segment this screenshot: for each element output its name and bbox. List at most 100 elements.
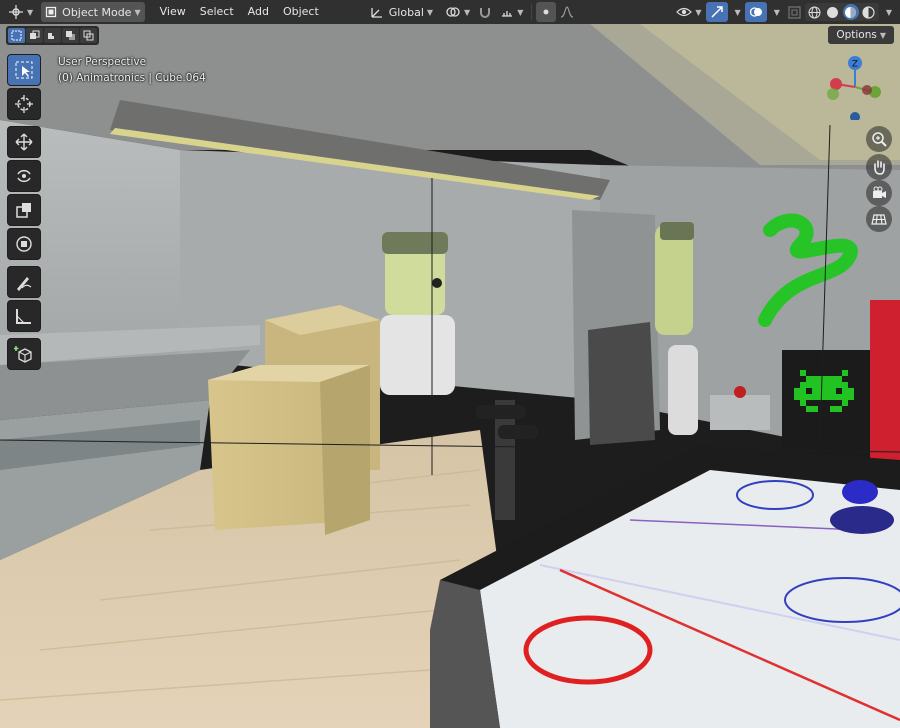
pivot-dropdown[interactable]: ▼ (441, 2, 474, 22)
chevron-down-icon: ▼ (695, 7, 702, 17)
tool-select-box[interactable] (7, 54, 41, 86)
zoom-icon (872, 132, 887, 147)
zoom-button[interactable] (866, 126, 892, 152)
tool-shelf (7, 54, 41, 372)
chevron-down-icon: ▼ (464, 7, 471, 17)
tool-measure[interactable] (7, 300, 41, 332)
snap-toggle[interactable] (474, 2, 496, 22)
wireframe-shading-button[interactable] (807, 4, 823, 20)
visibility-dropdown[interactable]: ▼ (672, 2, 705, 22)
select-subtract-button[interactable] (44, 28, 61, 43)
rendered-sphere-icon (862, 5, 875, 19)
chevron-down-icon: ▼ (734, 7, 741, 17)
viewport-header: ▼ Object Mode ▼ View Select Add Object G… (0, 0, 900, 24)
editor-type-button[interactable]: ▼ (4, 2, 37, 22)
tool-cursor[interactable] (7, 88, 41, 120)
proportional-edit-toggle[interactable] (536, 2, 557, 22)
camera-icon (873, 186, 886, 198)
eye-icon (676, 7, 693, 17)
solid-sphere-icon (827, 6, 839, 18)
options-dropdown[interactable]: Options ▼ (828, 26, 894, 44)
viewport-info: User Perspective (0) Animatronics | Cube… (58, 54, 206, 86)
axis-neg-y-handle[interactable] (827, 88, 839, 100)
overlays-icon (749, 7, 762, 17)
select-intersect-icon (83, 30, 94, 41)
shading-modes (804, 3, 879, 21)
separator (531, 4, 533, 20)
tool-move[interactable] (7, 126, 41, 158)
options-label: Options (836, 29, 877, 41)
axis-z-label: Z (852, 60, 858, 70)
menu-select[interactable]: Select (193, 2, 241, 22)
pan-button[interactable] (866, 154, 892, 180)
gizmo-dropdown[interactable]: ▼ (728, 2, 745, 22)
3d-viewport[interactable]: User Perspective (0) Animatronics | Cube… (0, 24, 900, 728)
transform-icon (16, 236, 32, 252)
select-set-icon (11, 30, 22, 41)
proportional-icon (543, 9, 549, 15)
tool-annotate[interactable] (7, 266, 41, 298)
xray-toggle[interactable] (784, 2, 805, 22)
magnet-icon (480, 8, 491, 18)
gizmo-toggle[interactable] (705, 2, 728, 22)
cursor-icon (15, 95, 33, 113)
chevron-down-icon: ▼ (885, 7, 892, 17)
selection-mode-group (6, 26, 99, 45)
select-extend-button[interactable] (26, 28, 43, 43)
falloff-curve-icon (561, 6, 574, 18)
material-preview-button[interactable] (842, 4, 859, 20)
axis-neg-x-handle[interactable] (862, 85, 872, 95)
mode-label: Object Mode (62, 5, 132, 19)
solid-shading-button[interactable] (825, 4, 841, 20)
view-name: User Perspective (58, 56, 147, 68)
select-difference-icon (66, 31, 75, 40)
grid-icon (871, 214, 887, 225)
select-difference-button[interactable] (62, 28, 79, 43)
overlays-toggle[interactable] (744, 2, 767, 22)
menu-object[interactable]: Object (276, 2, 326, 22)
chevron-down-icon: ▼ (517, 7, 524, 17)
measure-icon (16, 309, 31, 324)
material-sphere-icon (845, 6, 857, 18)
falloff-dropdown[interactable] (556, 2, 578, 22)
snap-target-dropdown[interactable]: ▼ (496, 2, 527, 22)
axis-neg-z-handle[interactable] (850, 112, 860, 120)
shading-dropdown[interactable]: ▼ (879, 2, 896, 22)
orientation-dropdown[interactable]: Global ▼ (366, 2, 437, 22)
select-intersect-button[interactable] (80, 28, 97, 43)
annotate-icon (17, 277, 32, 291)
mode-dropdown[interactable]: Object Mode ▼ (41, 2, 145, 22)
chevron-down-icon: ▼ (879, 30, 886, 40)
3d-viewport-icon (9, 5, 23, 19)
wireframe-sphere-icon (808, 6, 821, 18)
orientation-icon (371, 8, 382, 18)
chevron-down-icon: ▼ (27, 7, 34, 17)
tool-add-cube[interactable] (7, 338, 41, 370)
rotate-icon (17, 169, 31, 183)
camera-view-button[interactable] (866, 180, 892, 206)
xray-icon (788, 5, 801, 19)
snap-increment-icon (502, 11, 513, 17)
menu-add[interactable]: Add (241, 2, 276, 22)
chevron-down-icon: ▼ (773, 7, 780, 17)
ortho-toggle-button[interactable] (866, 206, 892, 232)
add-cube-icon (14, 346, 32, 363)
chevron-down-icon: ▼ (426, 7, 434, 17)
select-box-icon (15, 61, 33, 79)
scene-render (0, 24, 900, 728)
move-icon (15, 133, 33, 151)
rendered-shading-button[interactable] (861, 4, 877, 20)
select-new-button[interactable] (8, 28, 25, 43)
tool-rotate[interactable] (7, 160, 41, 192)
tool-transform[interactable] (7, 228, 41, 260)
navigation-gizmo[interactable]: Z (822, 54, 888, 120)
orientation-label: Global (388, 5, 424, 19)
overlays-dropdown[interactable]: ▼ (767, 2, 784, 22)
select-subtract-icon (48, 31, 57, 39)
tool-scale[interactable] (7, 194, 41, 226)
chevron-down-icon: ▼ (134, 7, 141, 17)
menu-view[interactable]: View (153, 2, 193, 22)
object-mode-icon (46, 6, 57, 18)
gizmo-icon (711, 6, 723, 18)
active-object-info: (0) Animatronics | Cube.064 (58, 72, 206, 84)
